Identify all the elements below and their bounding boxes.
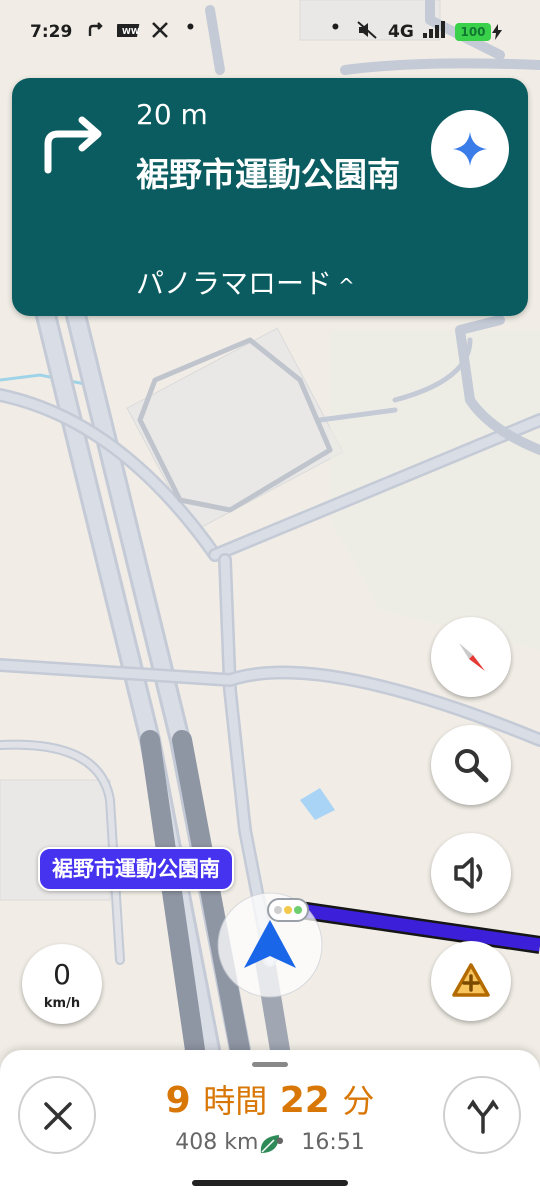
- hours-unit: 時間: [203, 1082, 268, 1120]
- volume-icon: [454, 857, 483, 889]
- exit-navigation-button[interactable]: [18, 1076, 96, 1154]
- charging-icon: [492, 24, 502, 45]
- search-button[interactable]: [431, 725, 511, 805]
- alternate-routes-icon: [467, 1099, 499, 1134]
- duration-hours: 9: [165, 1080, 191, 1121]
- route-options-button[interactable]: [443, 1076, 521, 1154]
- trip-summary-sheet[interactable]: 9 時間 22 分 408 km • 16:51: [0, 1050, 540, 1200]
- via-road[interactable]: パノラマロード ^: [136, 262, 355, 302]
- compass-button[interactable]: [431, 617, 511, 697]
- report-hazard-button[interactable]: [431, 941, 511, 1021]
- trip-details: 408 km • 16:51: [150, 1130, 390, 1155]
- report-hazard-icon: [452, 963, 490, 997]
- home-gesture-bar[interactable]: [192, 1180, 348, 1186]
- gemini-assistant-button[interactable]: [431, 110, 509, 188]
- mute-icon: [356, 20, 378, 45]
- battery-indicator: 100: [455, 23, 491, 41]
- navigation-instruction-card[interactable]: 20 m 裾野市運動公園南 パノラマロード ^: [12, 78, 528, 316]
- signal-icon: [422, 20, 448, 45]
- maneuver-distance: 20 m: [136, 98, 208, 131]
- arrival-time: 16:51: [301, 1130, 365, 1155]
- separator-dot: •: [273, 1130, 287, 1155]
- dot-icon: •: [185, 18, 196, 38]
- close-icon: [44, 1102, 72, 1130]
- speedometer: 0 km/h: [22, 944, 102, 1024]
- via-road-name: パノラマロード: [136, 267, 333, 300]
- drag-handle[interactable]: [252, 1062, 288, 1067]
- right-turn-icon: [42, 114, 108, 178]
- network-type: 4G: [388, 22, 414, 42]
- svg-text:WW: WW: [122, 27, 140, 36]
- search-icon: [455, 749, 489, 783]
- speed-unit: km/h: [43, 996, 81, 1011]
- compass-icon: [459, 643, 485, 671]
- duration-minutes: 22: [279, 1080, 330, 1121]
- volume-button[interactable]: [431, 833, 511, 913]
- news-icon: WW: [115, 20, 141, 45]
- destination-label[interactable]: 裾野市運動公園南: [38, 847, 234, 891]
- next-street-name: 裾野市運動公園南: [136, 155, 400, 194]
- speed-value: 0: [53, 958, 71, 991]
- minutes-unit: 分: [342, 1082, 375, 1120]
- chevron-up-icon: ^: [338, 274, 355, 298]
- gemini-sparkle-icon: [453, 132, 487, 166]
- x-logo-icon: [150, 20, 170, 45]
- status-time: 7:29: [30, 22, 73, 42]
- navigation-arrow-icon: [86, 20, 106, 45]
- status-bar: 7:29 WW • • 4G 100: [0, 0, 540, 66]
- trip-distance: 408 km: [175, 1130, 259, 1155]
- dot-icon-right: •: [330, 18, 341, 38]
